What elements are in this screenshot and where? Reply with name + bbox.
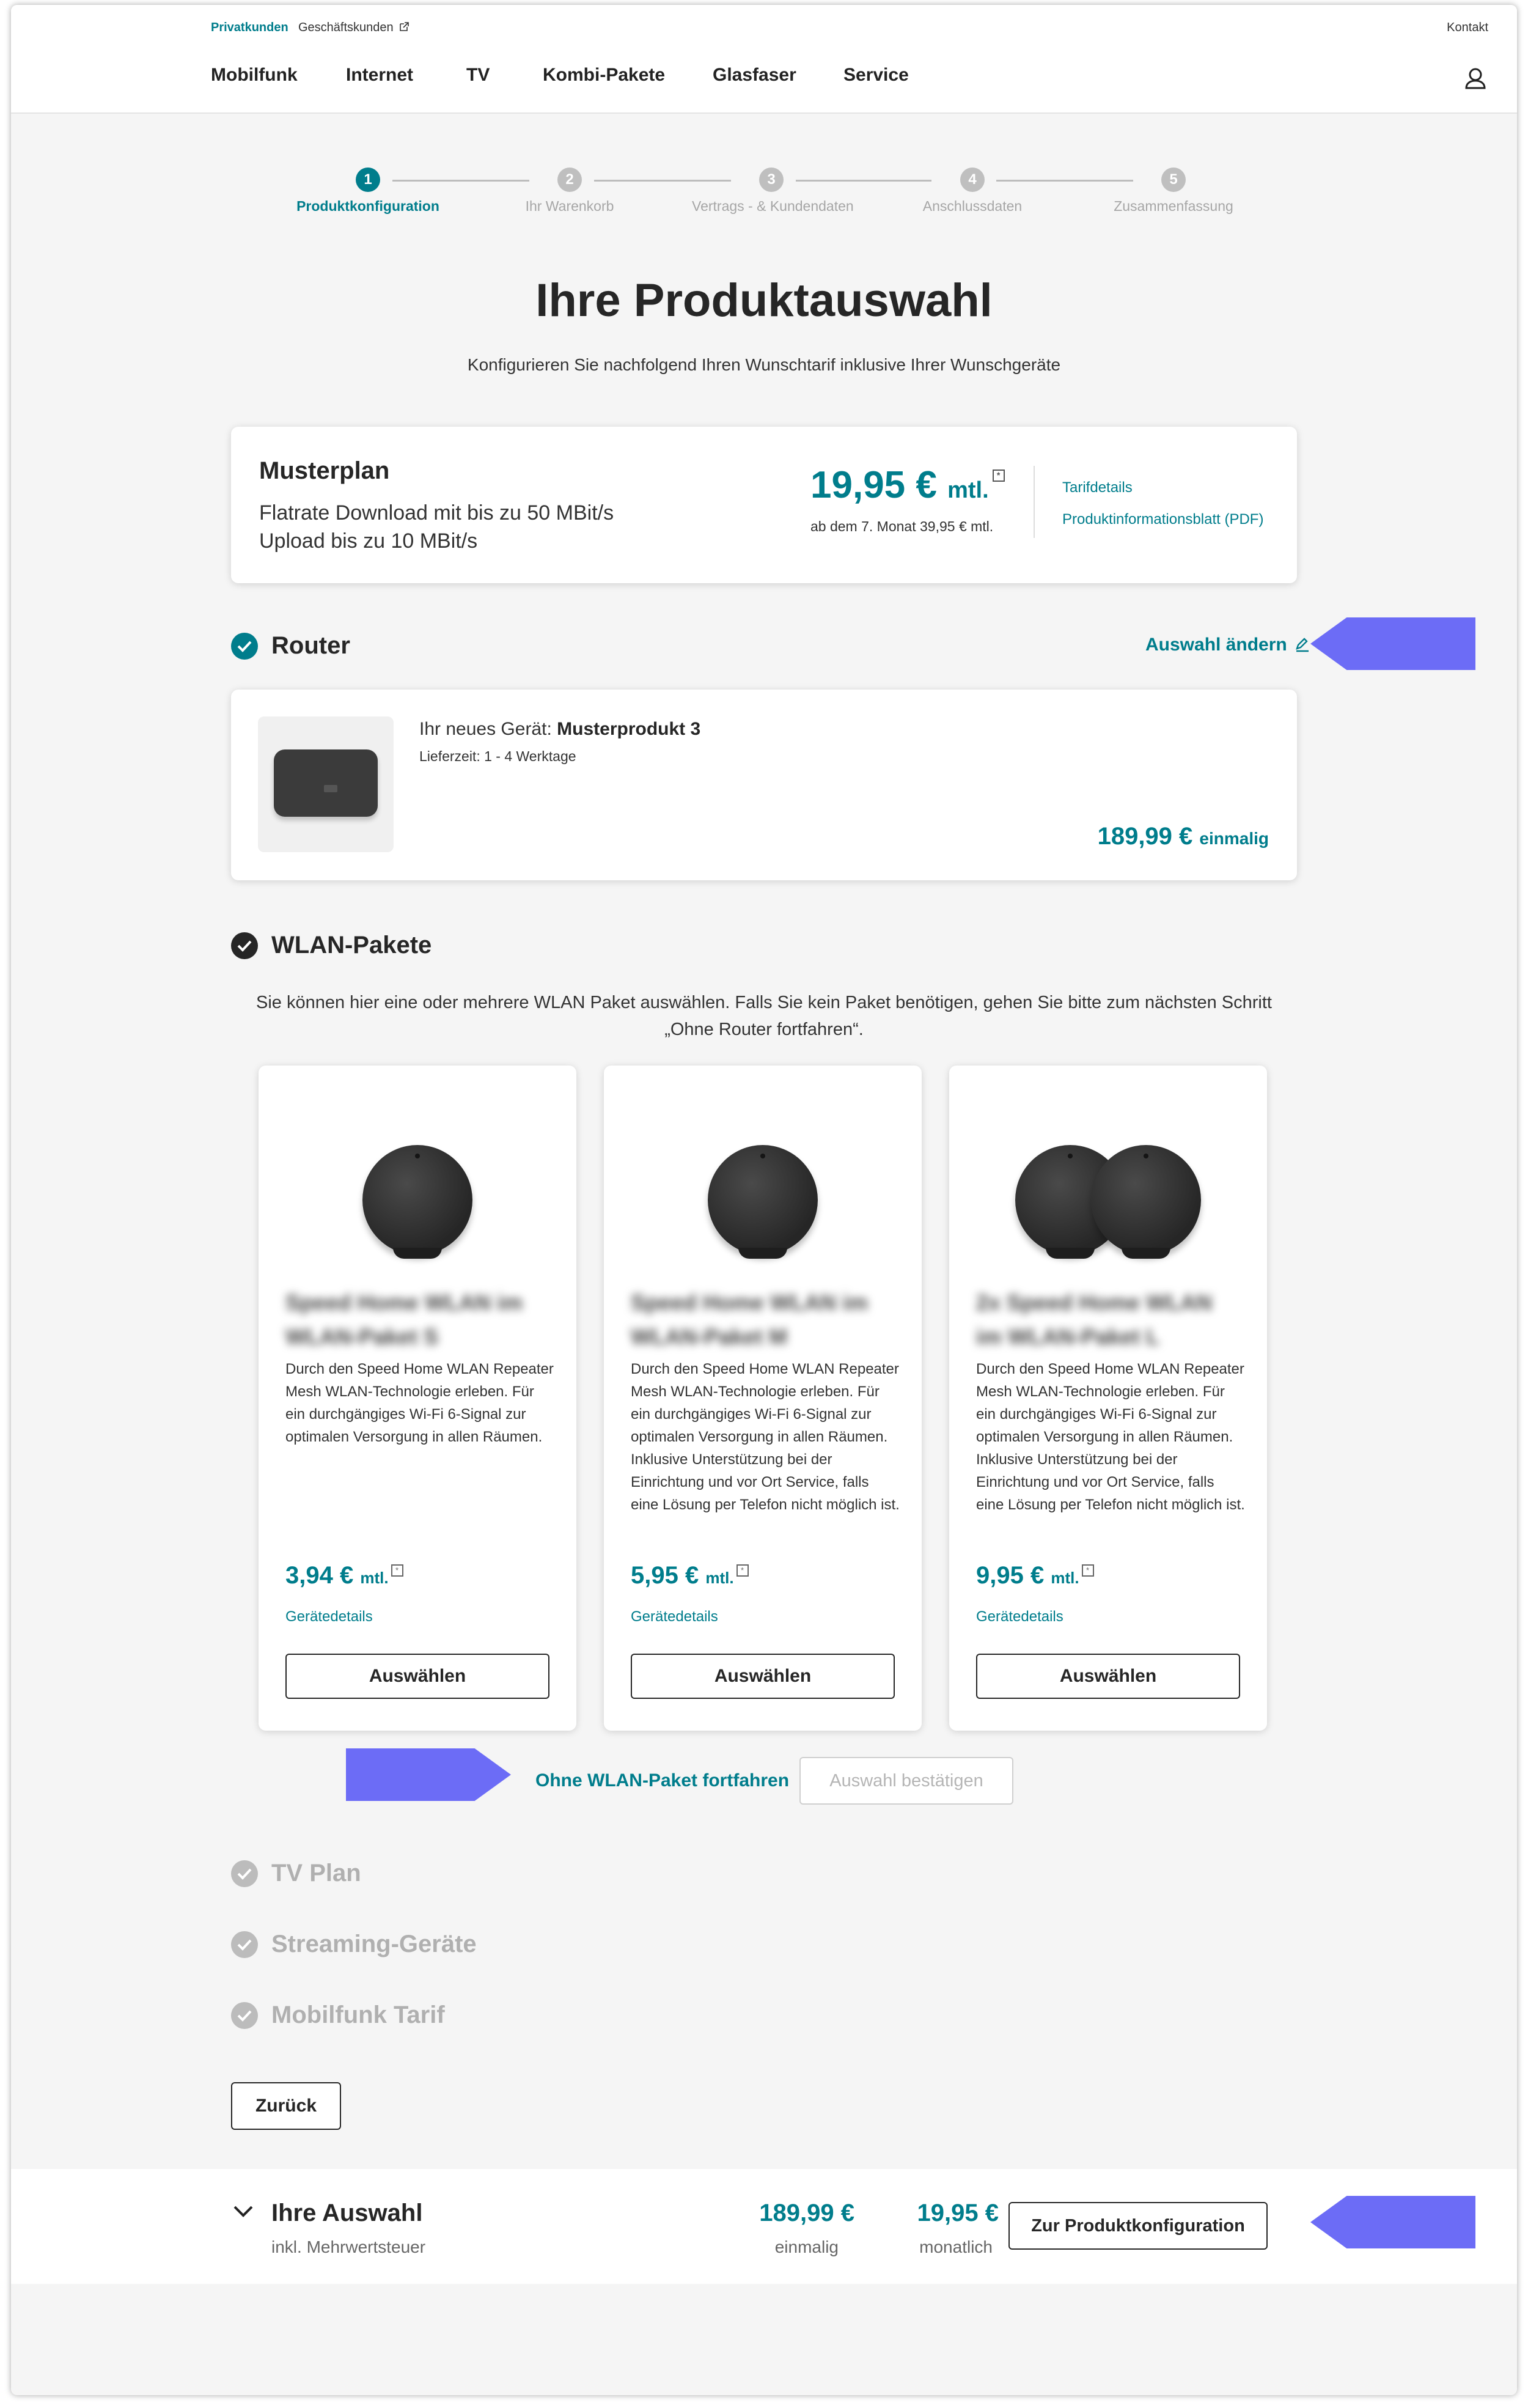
segment-private-link[interactable]: Privatkunden <box>211 21 288 35</box>
check-pending-icon <box>231 2001 258 2029</box>
one-time-total: 189,99 € <box>759 2200 854 2226</box>
user-icon[interactable] <box>1463 66 1488 90</box>
section-tv-plan-title[interactable]: TV Plan <box>231 1860 361 1887</box>
nav-service[interactable]: Service <box>843 65 909 86</box>
back-button[interactable]: Zurück <box>231 2082 341 2130</box>
section-mobilfunk-title[interactable]: Mobilfunk Tarif <box>231 2001 445 2029</box>
package-price: 3,94 € mtl. * <box>285 1562 403 1589</box>
pencil-icon <box>1296 638 1309 652</box>
page-subtitle: Konfigurieren Sie nachfolgend Ihren Wuns… <box>467 355 1061 374</box>
nav-kombi-pakete[interactable]: Kombi-Pakete <box>543 65 665 86</box>
select-package-button[interactable]: Auswählen <box>976 1654 1240 1699</box>
check-pending-icon <box>231 1931 258 1958</box>
page-title: Ihre Produktauswahl <box>535 274 993 326</box>
product-info-pdf-link[interactable]: Produktinformationsblatt (PDF) <box>1062 511 1263 528</box>
plan-price: 19,95 € mtl.* <box>810 463 1005 507</box>
package-name: Speed Home WLAN im WLAN-Paket M <box>631 1290 869 1349</box>
footnote-icon: * <box>736 1564 749 1577</box>
section-router-title: Router <box>231 632 350 660</box>
wlan-package-card: Speed Home WLAN im WLAN-Paket S Durch den… <box>259 1066 576 1731</box>
step-anschlussdaten: 4 Anschlussdaten <box>893 168 1052 215</box>
step-warenkorb: 2 Ihr Warenkorb <box>490 168 649 215</box>
monthly-total: 19,95 € <box>917 2200 999 2226</box>
package-price: 5,95 € mtl. * <box>631 1562 749 1589</box>
annotation-arrow <box>1310 617 1475 670</box>
plan-price-note: ab dem 7. Monat 39,95 € mtl. <box>810 518 994 534</box>
section-wlan-title: WLAN-Pakete <box>231 932 432 959</box>
checkout-stepper: 1 Produktkonfiguration 2 Ihr Warenkorb 3… <box>11 168 1517 229</box>
skip-wlan-link[interactable]: Ohne WLAN-Paket fortfahren <box>535 1770 789 1791</box>
package-name: Speed Home WLAN im WLAN-Paket S <box>285 1290 523 1349</box>
step-zusammenfassung: 5 Zusammenfassung <box>1094 168 1253 215</box>
wlan-package-card: 2x Speed Home WLAN im WLAN-Paket L Durch … <box>949 1066 1267 1731</box>
vat-note: inkl. Mehrwertsteuer <box>271 2237 426 2256</box>
router-device-name: Ihr neues Gerät: Musterprodukt 3 <box>419 719 701 739</box>
nav-internet[interactable]: Internet <box>346 65 413 86</box>
check-current-icon <box>231 932 258 959</box>
one-time-label: einmalig <box>774 2237 839 2256</box>
confirm-selection-button[interactable]: Auswahl bestätigen <box>799 1757 1013 1805</box>
section-streaming-title[interactable]: Streaming-Geräte <box>231 1931 477 1958</box>
step-produktkonfiguration: 1 Produktkonfiguration <box>288 168 447 215</box>
repeater-image <box>362 1145 472 1259</box>
tariff-details-link[interactable]: Tarifdetails <box>1062 479 1133 496</box>
router-price: 189,99 € einmalig <box>1097 823 1269 850</box>
router-image <box>258 716 394 852</box>
nav-glasfaser[interactable]: Glasfaser <box>713 65 796 86</box>
package-description: Durch den Speed Home WLAN Repeater Mesh … <box>976 1361 1245 1513</box>
device-details-link[interactable]: Gerätedetails <box>976 1608 1063 1626</box>
select-package-button[interactable]: Auswählen <box>631 1654 895 1699</box>
divider <box>1034 466 1035 538</box>
footnote-icon: * <box>992 469 1005 482</box>
external-link-icon <box>400 22 410 31</box>
select-package-button[interactable]: Auswählen <box>285 1654 549 1699</box>
package-description: Durch den Speed Home WLAN Repeater Mesh … <box>631 1361 900 1513</box>
summary-bar: Ihre Auswahl inkl. Mehrwertsteuer 189,99… <box>11 2169 1517 2284</box>
nav-tv[interactable]: TV <box>466 65 490 86</box>
router-card: Ihr neues Gerät: Musterprodukt 3 Lieferz… <box>231 690 1297 880</box>
router-device <box>274 749 378 817</box>
check-done-icon <box>231 632 258 660</box>
segment-business-link[interactable]: Geschäftskunden <box>298 21 410 35</box>
change-selection-link[interactable]: Auswahl ändern <box>1145 635 1310 655</box>
plan-name: Musterplan <box>259 457 390 484</box>
nav-mobilfunk[interactable]: Mobilfunk <box>211 65 298 86</box>
package-description: Durch den Speed Home WLAN Repeater Mesh … <box>285 1361 554 1445</box>
to-product-configuration-button[interactable]: Zur Produktkonfiguration <box>1008 2202 1268 2250</box>
monthly-label: monatlich <box>919 2237 993 2256</box>
footnote-icon: * <box>391 1564 403 1577</box>
package-name: 2x Speed Home WLAN im WLAN-Paket L <box>976 1290 1213 1349</box>
footnote-icon: * <box>1081 1564 1094 1577</box>
wlan-description: Sie können hier eine oder mehrere WLAN P… <box>255 993 1272 1039</box>
check-pending-icon <box>231 1860 258 1887</box>
plan-description: Flatrate Download mit bis zu 50 MBit/s U… <box>259 501 614 553</box>
browser-frame: Privatkunden Geschäftskunden Kontakt Mob… <box>11 5 1517 2395</box>
repeater-image <box>1091 1145 1201 1259</box>
device-details-link[interactable]: Gerätedetails <box>631 1608 718 1626</box>
router-delivery-time: Lieferzeit: 1 - 4 Werktage <box>419 748 576 764</box>
plan-card: Musterplan Flatrate Download mit bis zu … <box>231 427 1297 583</box>
step-vertragsdaten: 3 Vertrags - & Kundendaten <box>692 168 854 215</box>
repeater-image <box>708 1145 818 1259</box>
site-header: Privatkunden Geschäftskunden Kontakt Mob… <box>11 5 1517 114</box>
device-details-link[interactable]: Gerätedetails <box>285 1608 373 1626</box>
chevron-down-icon[interactable] <box>231 2202 255 2220</box>
summary-title: Ihre Auswahl <box>271 2200 423 2226</box>
package-price: 9,95 € mtl. * <box>976 1562 1094 1589</box>
annotation-arrow <box>346 1748 511 1801</box>
wlan-package-card: Speed Home WLAN im WLAN-Paket M Durch den… <box>604 1066 922 1731</box>
contact-link[interactable]: Kontakt <box>1447 21 1488 35</box>
